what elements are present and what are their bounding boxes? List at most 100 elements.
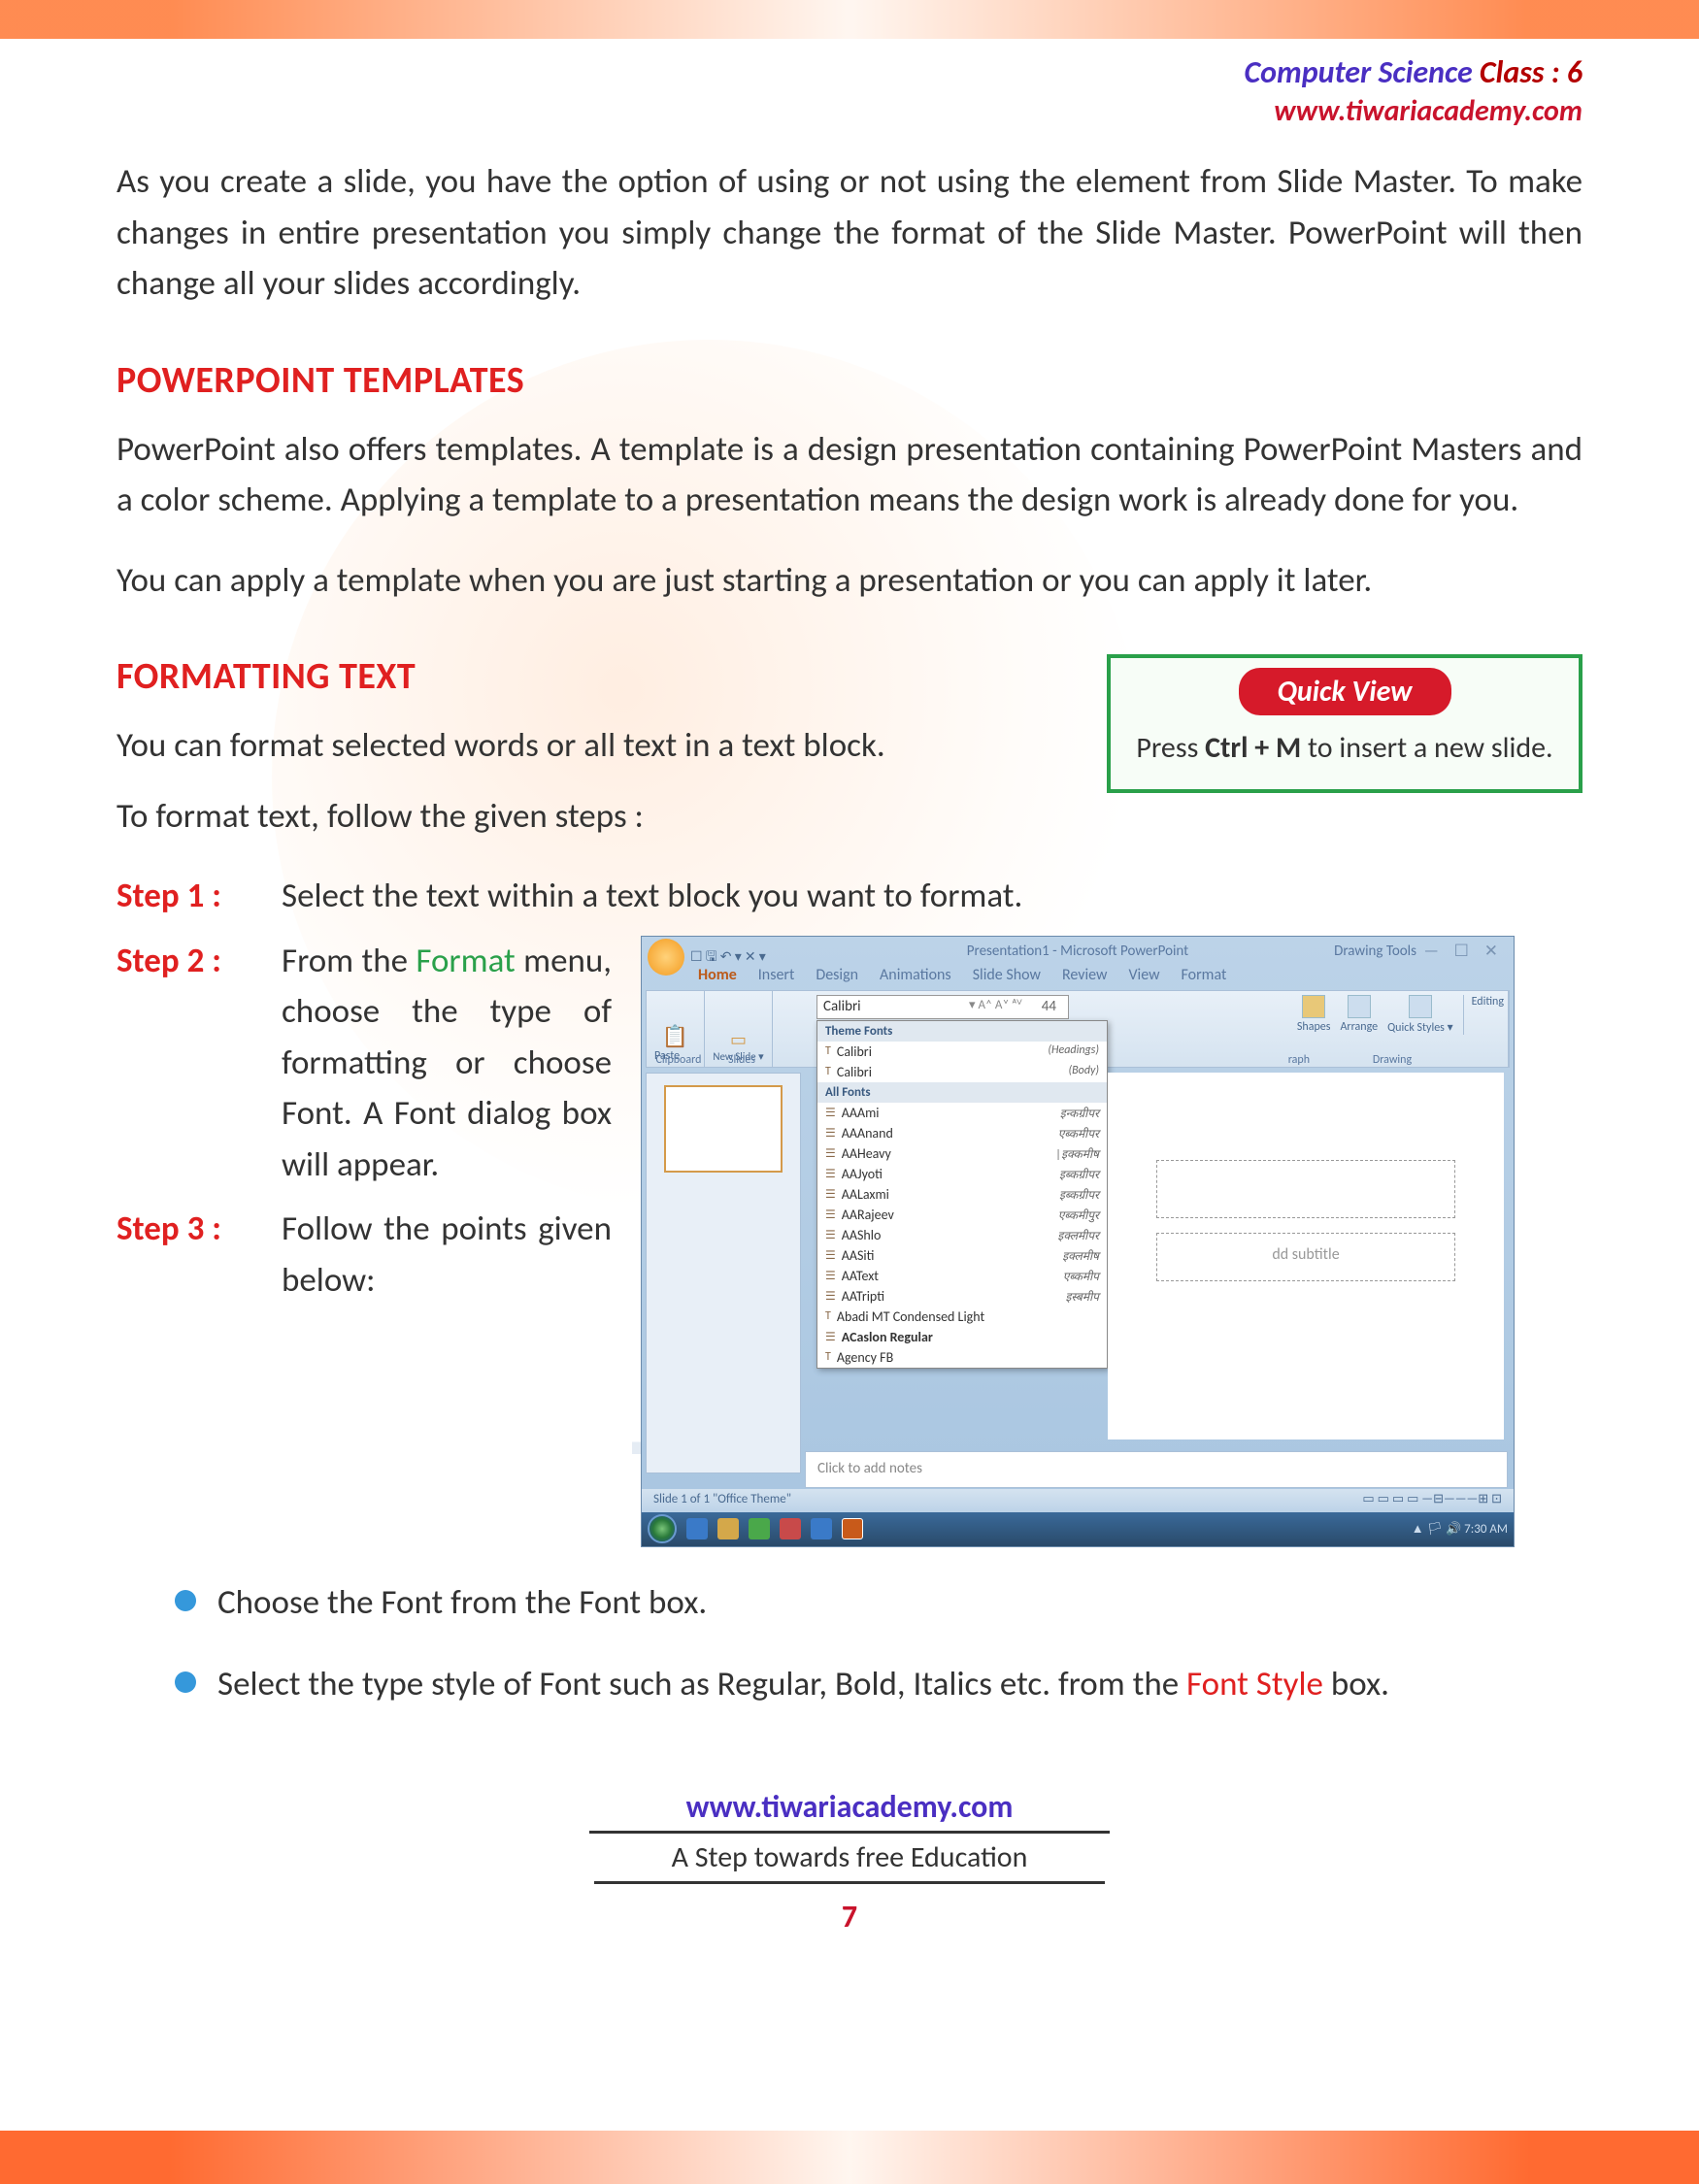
title-placeholder[interactable] bbox=[1156, 1160, 1455, 1218]
quick-view-badge: Quick View bbox=[1239, 668, 1451, 715]
editing-group[interactable]: Editing bbox=[1463, 995, 1504, 1035]
step-3-label: Step 3 : bbox=[117, 1204, 282, 1306]
taskbar-icon[interactable] bbox=[749, 1518, 770, 1539]
header-class: Class : 6 bbox=[1480, 53, 1582, 91]
templates-para-1: PowerPoint also offers templates. A temp… bbox=[117, 424, 1582, 526]
new-slide-icon[interactable]: ▭ bbox=[713, 1029, 764, 1050]
ribbon-right-tools: Shapes Arrange Quick Styles ▾ Editing bbox=[1297, 995, 1504, 1035]
step-3-row: Step 3 : Follow the points given below: bbox=[117, 1204, 612, 1306]
s2-format-word: Format bbox=[416, 941, 515, 981]
slide-canvas[interactable]: dd subtitle bbox=[1108, 1073, 1504, 1439]
tab-view[interactable]: View bbox=[1128, 966, 1159, 984]
section-heading-templates: POWERPOINT TEMPLATES bbox=[117, 358, 1582, 403]
bullet-1-text: Choose the Font from the Font box. bbox=[217, 1576, 1582, 1629]
bullet-2-text: Select the type style of Font such as Re… bbox=[217, 1658, 1582, 1710]
dd-item[interactable]: ☰ACaslon Regular bbox=[817, 1327, 1107, 1347]
page-number: 7 bbox=[117, 1898, 1582, 1936]
dd-item[interactable]: ☰AAHeavy|इक्कमीष bbox=[817, 1143, 1107, 1164]
dd-item[interactable]: ☰AALaxmiइब्कग्रीपर bbox=[817, 1184, 1107, 1205]
shapes-button[interactable]: Shapes bbox=[1297, 995, 1331, 1035]
status-left: Slide 1 of 1 "Office Theme" bbox=[653, 1492, 791, 1506]
font-combo-box[interactable]: Calibri 44 ▾ A˄ A˅ ᴬⱽ bbox=[816, 995, 1069, 1019]
step-1-label: Step 1 : bbox=[117, 871, 282, 922]
intro-paragraph: As you create a slide, you have the opti… bbox=[117, 156, 1582, 310]
bullet-icon bbox=[175, 1671, 196, 1693]
dd-item[interactable]: ☰AAAnandएब्कमीपर bbox=[817, 1123, 1107, 1143]
step-1-text: Select the text within a text block you … bbox=[282, 871, 1582, 922]
footer-url: www.tiwariacademy.com bbox=[589, 1788, 1111, 1834]
tab-slideshow[interactable]: Slide Show bbox=[973, 966, 1041, 984]
tab-animations[interactable]: Animations bbox=[880, 966, 951, 984]
step-2-label: Step 2 : bbox=[117, 936, 282, 1191]
b2-post: box. bbox=[1323, 1664, 1389, 1704]
dd-item[interactable]: ☰AAAmiइन्कग्रीपर bbox=[817, 1103, 1107, 1123]
step-3-text: Follow the points given below: bbox=[282, 1204, 612, 1306]
step-1-row: Step 1 : Select the text within a text b… bbox=[117, 871, 1582, 922]
subtitle-placeholder[interactable]: dd subtitle bbox=[1156, 1233, 1455, 1281]
font-name-value: Calibri bbox=[823, 998, 861, 1015]
dd-item[interactable]: TAbadi MT Condensed Light bbox=[817, 1307, 1107, 1327]
taskbar-clock: ▲ 🏳 🔊 7:30 AM bbox=[1412, 1521, 1508, 1537]
bullet-item-2: Select the type style of Font such as Re… bbox=[175, 1658, 1582, 1710]
s2-pre: From the bbox=[282, 941, 416, 981]
step-2-text: From the Format menu, choose the type of… bbox=[282, 936, 612, 1191]
qv-key: Ctrl + M bbox=[1205, 730, 1301, 766]
header-site-url: www.tiwariacademy.com bbox=[117, 93, 1582, 129]
font-dropdown[interactable]: Theme Fonts TCalibri(Headings) TCalibri(… bbox=[816, 1020, 1108, 1369]
grp-clipboard: Clipboard bbox=[650, 1053, 708, 1067]
bullet-item-1: Choose the Font from the Font box. bbox=[175, 1576, 1582, 1629]
dd-item[interactable]: ☰AAShloइक्लमीपर bbox=[817, 1225, 1107, 1245]
taskbar-powerpoint-icon[interactable] bbox=[842, 1518, 863, 1539]
taskbar-folder-icon[interactable] bbox=[717, 1518, 739, 1539]
dd-item[interactable]: ☰AAJyotiइब्कग्रीपर bbox=[817, 1164, 1107, 1184]
dd-item[interactable]: ☰AATextएब्कमीप bbox=[817, 1266, 1107, 1286]
header-subject: Computer Science bbox=[1245, 53, 1480, 91]
taskbar-word-icon[interactable] bbox=[811, 1518, 832, 1539]
window-title: Presentation1 - Microsoft PowerPoint Dra… bbox=[642, 943, 1514, 960]
status-bar: Slide 1 of 1 "Office Theme" ▭ ▭ ▭ ▭ —⊟——… bbox=[642, 1489, 1514, 1512]
qv-pre: Press bbox=[1136, 730, 1205, 766]
slide-thumbnails-pane[interactable] bbox=[646, 1073, 801, 1473]
dd-item[interactable]: ☰AASitiइक्लमीष bbox=[817, 1245, 1107, 1266]
b2-pre: Select the type style of Font such as Re… bbox=[217, 1664, 1186, 1704]
tab-format[interactable]: Format bbox=[1182, 966, 1227, 984]
b2-fontstyle: Font Style bbox=[1186, 1664, 1323, 1704]
notes-pane[interactable]: Click to add notes bbox=[805, 1451, 1508, 1488]
tab-insert[interactable]: Insert bbox=[758, 966, 795, 984]
arrange-button[interactable]: Arrange bbox=[1340, 995, 1378, 1035]
window-controls[interactable]: — ☐ ✕ bbox=[1423, 941, 1504, 961]
dd-item[interactable]: ☰AARajeevएब्कमीपुर bbox=[817, 1205, 1107, 1225]
font-size-controls[interactable]: ▾ A˄ A˅ ᴬⱽ bbox=[969, 998, 1022, 1012]
formatting-para-2: To format text, follow the given steps : bbox=[117, 791, 1582, 843]
quick-styles-button[interactable]: Quick Styles ▾ bbox=[1387, 995, 1453, 1035]
page-footer: www.tiwariacademy.com A Step towards fre… bbox=[117, 1788, 1582, 1936]
taskbar-icon[interactable] bbox=[780, 1518, 801, 1539]
quick-view-text: Press Ctrl + M to insert a new slide. bbox=[1111, 727, 1579, 770]
bullet-icon bbox=[175, 1590, 196, 1611]
tab-review[interactable]: Review bbox=[1062, 966, 1108, 984]
paste-icon[interactable]: 📋 bbox=[654, 1023, 696, 1049]
grp-slides: Slides bbox=[708, 1053, 776, 1067]
qv-post: to insert a new slide. bbox=[1301, 730, 1552, 766]
ribbon-tabs[interactable]: Home Insert Design Animations Slide Show… bbox=[698, 966, 1226, 984]
windows-taskbar[interactable]: ▲ 🏳 🔊 7:30 AM bbox=[642, 1512, 1514, 1546]
grp-drawing: Drawing bbox=[1319, 1053, 1465, 1067]
contextual-tab-label: Drawing Tools bbox=[1334, 943, 1416, 960]
status-zoom[interactable]: ▭ ▭ ▭ ▭ —⊟———⊞ ⊡ bbox=[1362, 1492, 1502, 1506]
dd-header-theme: Theme Fonts bbox=[817, 1021, 1107, 1042]
slide-thumbnail-1[interactable] bbox=[664, 1085, 783, 1173]
bullet-list: Choose the Font from the Font box. Selec… bbox=[175, 1576, 1582, 1711]
taskbar-ie-icon[interactable] bbox=[686, 1518, 708, 1539]
quick-view-box: Quick View Press Ctrl + M to insert a ne… bbox=[1107, 654, 1582, 793]
powerpoint-screenshot: ☐ 🖫 ↶ ▾ ✕ ▾ Presentation1 - Microsoft Po… bbox=[641, 936, 1515, 1547]
dd-theme-item-1[interactable]: TCalibri(Body) bbox=[817, 1062, 1107, 1082]
bottom-gradient-border bbox=[0, 2131, 1699, 2184]
step-2-row: Step 2 : From the Format menu, choose th… bbox=[117, 936, 612, 1191]
dd-item[interactable]: ☰AATriptiइस्बमीप bbox=[817, 1286, 1107, 1307]
tab-home[interactable]: Home bbox=[698, 966, 737, 984]
dd-item[interactable]: TAgency FB bbox=[817, 1347, 1107, 1368]
tab-design[interactable]: Design bbox=[816, 966, 858, 984]
dd-theme-item-0[interactable]: TCalibri(Headings) bbox=[817, 1042, 1107, 1062]
footer-tagline: A Step towards free Education bbox=[594, 1839, 1106, 1884]
start-button-icon[interactable] bbox=[648, 1514, 677, 1543]
